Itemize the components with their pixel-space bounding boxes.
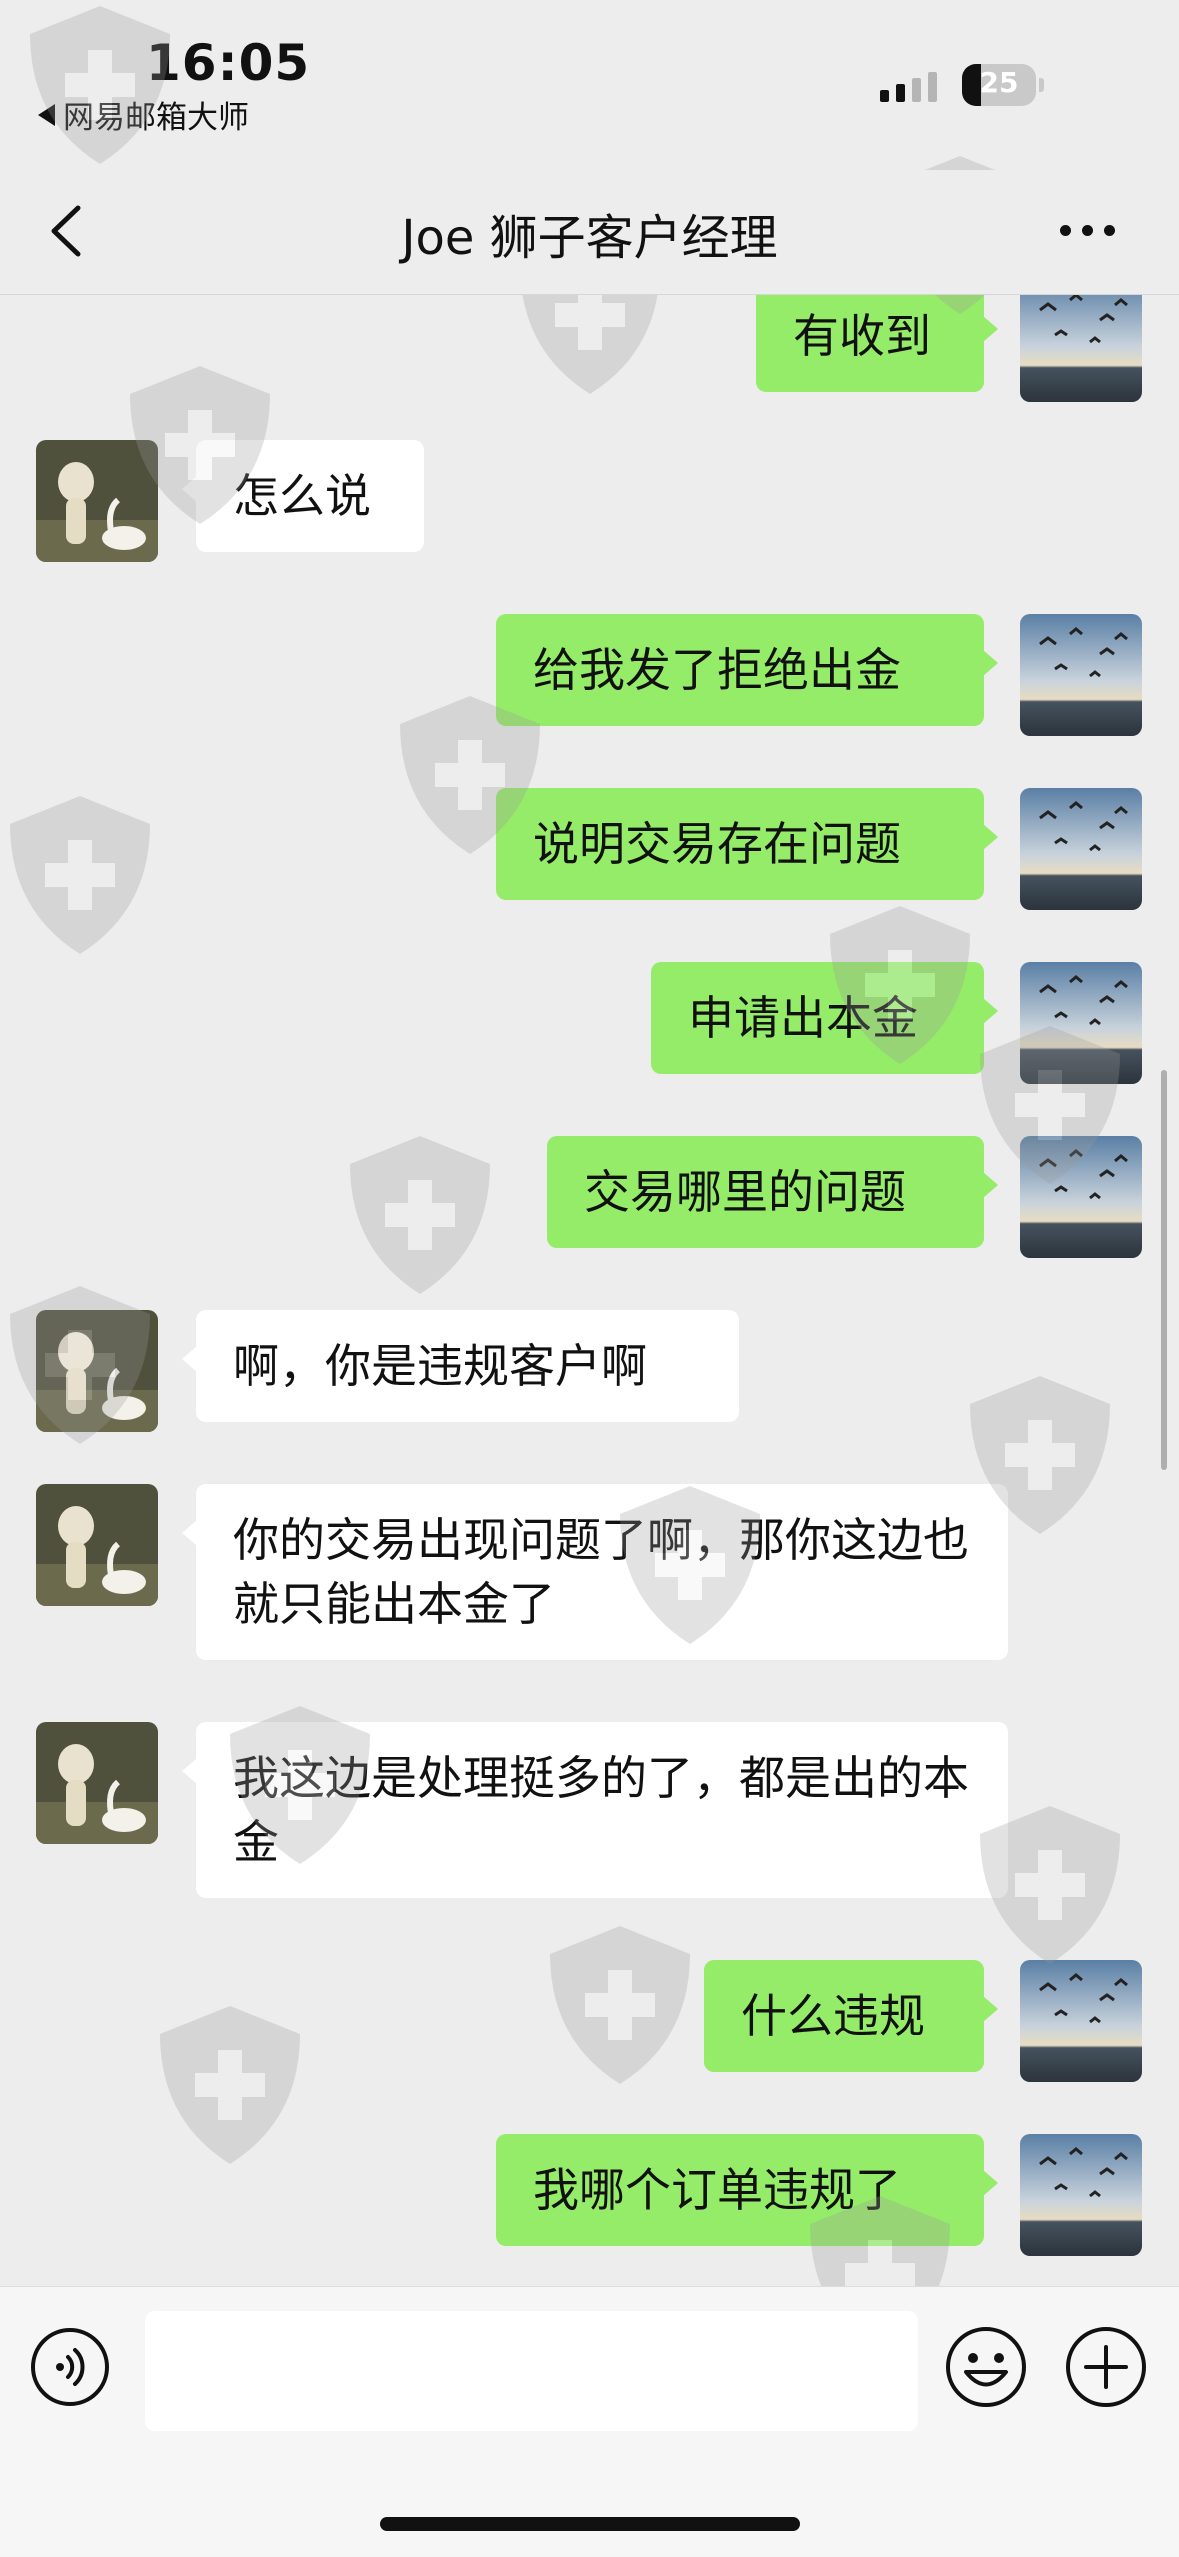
my-avatar[interactable] [1020,614,1142,736]
home-indicator[interactable] [380,2517,800,2531]
sent-message-bubble[interactable]: 给我发了拒绝出金 [496,614,998,726]
sent-message-bubble[interactable]: 有收到 [756,280,998,392]
battery-level: 25 [979,66,1019,99]
chat-title: Joe 狮子客户经理 [401,210,778,266]
received-message-bubble[interactable]: 你的交易出现问题了啊，那你这边也就只能出本金了 [182,1484,1008,1660]
chat-header: Joe 狮子客户经理 [0,170,1179,295]
my-avatar[interactable] [1020,788,1142,910]
status-time: 16:05 [146,34,311,92]
input-bar [0,2286,1179,2557]
emoji-icon[interactable] [944,2325,1028,2409]
sent-message-bubble[interactable]: 申请出本金 [651,962,998,1074]
message-input[interactable] [145,2311,918,2431]
sent-message-bubble[interactable]: 什么违规 [704,1960,998,2072]
contact-avatar[interactable] [36,1310,158,1432]
received-message-bubble[interactable]: 怎么说 [182,440,424,552]
my-avatar[interactable] [1020,2134,1142,2256]
more-icon[interactable] [1060,210,1130,250]
sent-message-bubble[interactable]: 我哪个订单违规了 [496,2134,998,2246]
signal-icon [880,72,937,102]
voice-icon[interactable] [30,2327,110,2407]
scrollbar[interactable] [1161,1070,1167,1470]
sent-message-bubble[interactable]: 交易哪里的问题 [547,1136,998,1248]
received-message-bubble[interactable]: 我这边是处理挺多的了，都是出的本金 [182,1722,1008,1898]
my-avatar[interactable] [1020,1960,1142,2082]
my-avatar[interactable] [1020,1136,1142,1258]
sent-message-bubble[interactable]: 说明交易存在问题 [496,788,998,900]
status-bar: 16:05 网易邮箱大师 25 [0,0,1179,170]
message-list[interactable]: 有收到 怎么说 给我发了拒绝出金 说明交易存在问题 申请出本金 交易哪里的问题 … [0,280,1179,2294]
contact-avatar[interactable] [36,1722,158,1844]
received-message-bubble[interactable]: 啊，你是违规客户啊 [182,1310,739,1422]
battery-tip [1039,78,1044,92]
back-app-label: 网易邮箱大师 [63,100,249,136]
contact-avatar[interactable] [36,440,158,562]
contact-avatar[interactable] [36,1484,158,1606]
my-avatar[interactable] [1020,280,1142,402]
back-triangle-icon [38,103,55,126]
back-to-app-link[interactable]: 网易邮箱大师 [38,92,249,137]
battery-icon: 25 [962,64,1036,106]
plus-icon[interactable] [1064,2325,1148,2409]
my-avatar[interactable] [1020,962,1142,1084]
